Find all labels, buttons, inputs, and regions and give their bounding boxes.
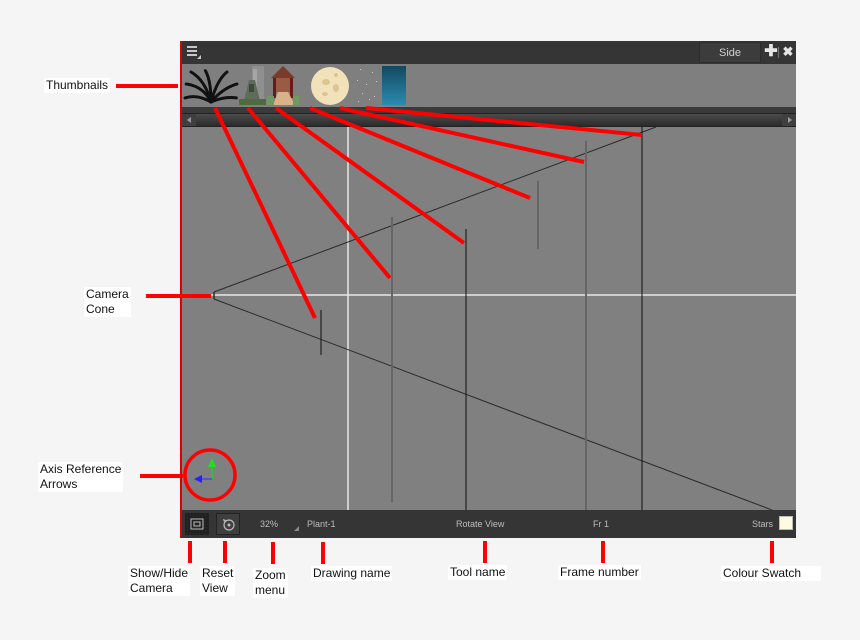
hamburger-menu-icon[interactable] <box>187 45 201 59</box>
axis-reference-arrows <box>194 458 216 483</box>
drawing-name: Plant-1 <box>307 519 336 529</box>
camera-frame-icon <box>190 518 204 530</box>
label-show-hide-camera: Show/Hide Camera <box>128 566 191 596</box>
thumbnails-strip <box>182 64 796 107</box>
label-camera-cone: Camera Cone <box>84 287 131 317</box>
thumbnail-tower-building[interactable] <box>239 66 266 105</box>
label-tool-name: Tool name <box>448 565 508 580</box>
label-axis-reference-arrows: Axis Reference Arrows <box>38 462 124 492</box>
label-drawing-name: Drawing name <box>311 566 393 581</box>
reset-view-button[interactable] <box>216 513 240 535</box>
plus-icon[interactable]: ✚ <box>764 44 778 60</box>
label-thumbnails: Thumbnails <box>44 78 111 93</box>
current-layer-name: Stars <box>752 519 774 529</box>
label-colour-swatch: Colour Swatch <box>721 566 821 581</box>
scroll-right-arrow-icon[interactable] <box>782 114 796 126</box>
label-reset-view: Reset View <box>200 566 236 596</box>
scroll-left-arrow-icon[interactable] <box>182 114 196 126</box>
camera-cone[interactable] <box>213 127 773 510</box>
status-bar: 32% Plant-1 Rotate View Fr 1 Stars <box>182 510 796 538</box>
reset-rotate-icon <box>223 519 235 531</box>
show-hide-camera-button[interactable] <box>185 513 209 535</box>
thumbnail-stars[interactable] <box>354 66 380 105</box>
thumbnail-gazebo-path[interactable] <box>267 66 299 105</box>
zoom-menu-dropdown-icon[interactable] <box>294 526 299 531</box>
divider <box>778 47 779 58</box>
thumbnail-moon[interactable] <box>310 66 350 105</box>
panel-title-bar: Side ✚ ✖ <box>182 41 796 64</box>
zoom-level[interactable]: 32% <box>260 510 278 538</box>
thumbnail-scrollbar[interactable] <box>182 113 796 127</box>
thumbnail-palm-plant[interactable] <box>183 66 239 105</box>
colour-swatch[interactable] <box>779 516 793 530</box>
side-view-viewport[interactable] <box>182 127 796 510</box>
tab-side[interactable]: Side <box>699 42 761 63</box>
label-zoom-menu: Zoom menu <box>253 568 288 598</box>
frame-number: Fr 1 <box>593 519 610 529</box>
z-arrow-head <box>194 475 202 483</box>
tool-name: Rotate View <box>456 519 505 529</box>
close-icon[interactable]: ✖ <box>781 44 795 60</box>
y-arrow-head <box>208 458 216 467</box>
thumbnail-sky-gradient[interactable] <box>382 66 406 105</box>
label-frame-number: Frame number <box>558 565 641 580</box>
side-view-panel: Side ✚ ✖ 32% Plant-1 Rotate View Fr 1 St… <box>180 41 796 538</box>
